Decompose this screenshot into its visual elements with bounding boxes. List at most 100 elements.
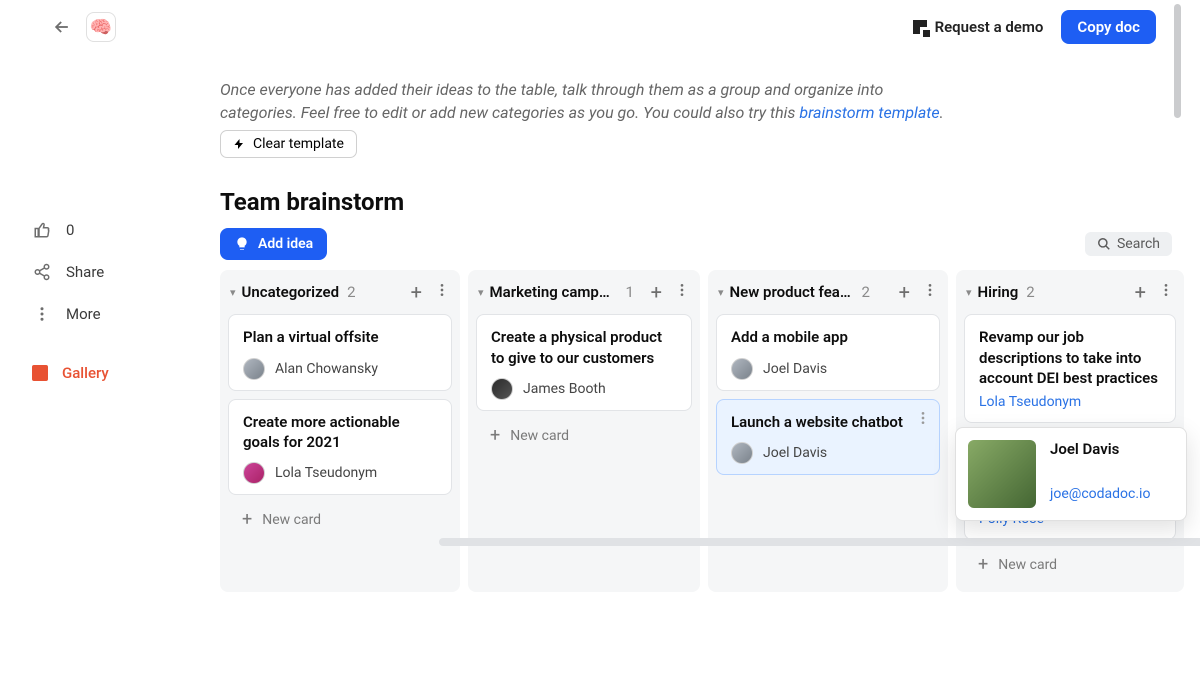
main-content: Once everyone has added their ideas to t… (220, 54, 1200, 592)
search-input[interactable]: Search (1085, 232, 1172, 256)
card-user: Lola Tseudonym (243, 462, 437, 484)
sidebar: 0 Share More Gallery (0, 54, 220, 592)
card-more-icon[interactable] (915, 410, 931, 430)
popover-avatar (968, 440, 1036, 508)
brainstorm-template-link[interactable]: brainstorm template (799, 103, 939, 122)
toolbar-row: Add idea Search (220, 228, 1172, 260)
gallery-icon (32, 365, 48, 381)
search-icon (1097, 237, 1111, 251)
column-more-icon[interactable] (672, 282, 692, 302)
doc-emoji-icon[interactable]: 🧠 (86, 12, 116, 42)
chevron-down-icon: ▾ (718, 286, 724, 299)
column-header[interactable]: ▾ New product features 2 + (708, 270, 948, 314)
card-list: Create a physical product to give to our… (468, 314, 700, 453)
back-icon[interactable] (52, 17, 72, 37)
card-selected[interactable]: Launch a website chatbot Joel Davis (716, 399, 940, 475)
column-more-icon[interactable] (920, 282, 940, 302)
card[interactable]: Plan a virtual offsite Alan Chowansky (228, 314, 452, 390)
layout: 0 Share More Gallery Once everyone has a… (0, 54, 1200, 592)
column-more-icon[interactable] (432, 282, 452, 302)
add-card-icon[interactable]: + (895, 280, 914, 304)
sidebar-item-more[interactable]: More (32, 300, 220, 328)
column-count: 2 (862, 283, 870, 301)
column-header[interactable]: ▾ Uncategorized 2 + (220, 270, 460, 314)
card[interactable]: Revamp our job descriptions to take into… (964, 314, 1176, 423)
column-header[interactable]: ▾ Marketing campaigns 1 + (468, 270, 700, 314)
column-title: New product features (730, 283, 854, 301)
column-count: 1 (626, 283, 634, 301)
plus-icon: + (242, 511, 252, 529)
card-title: Create a physical product to give to our… (491, 327, 677, 368)
new-card-button[interactable]: + New card (476, 419, 692, 453)
search-placeholder: Search (1117, 236, 1160, 252)
lightning-icon (233, 138, 245, 150)
plus-icon: + (978, 556, 988, 574)
new-card-label: New card (998, 557, 1057, 573)
column-title: Marketing campaigns (490, 283, 618, 301)
plus-icon: + (490, 427, 500, 445)
popover-body: Joel Davis joe@codadoc.io (1050, 440, 1150, 502)
popover-email[interactable]: joe@codadoc.io (1050, 486, 1150, 502)
topbar-left: 🧠 (52, 12, 116, 42)
card-title: Revamp our job descriptions to take into… (979, 327, 1161, 388)
card-title: Create more actionable goals for 2021 (243, 412, 437, 453)
more-label: More (66, 305, 101, 323)
intro-after: . (940, 103, 944, 122)
column-header[interactable]: ▾ Hiring 2 + (956, 270, 1184, 314)
column-uncategorized: ▾ Uncategorized 2 + Plan a virtual offsi… (220, 270, 460, 592)
card[interactable]: Add a mobile app Joel Davis (716, 314, 940, 390)
thumbs-up-icon (32, 220, 52, 240)
column-more-icon[interactable] (1156, 282, 1176, 302)
avatar-icon (491, 378, 513, 400)
add-idea-button[interactable]: Add idea (220, 228, 327, 260)
card-title: Launch a website chatbot (731, 412, 925, 432)
clear-template-button[interactable]: Clear template (220, 130, 357, 158)
column-count: 2 (347, 283, 355, 301)
avatar-icon (243, 358, 265, 380)
card-user-name: Lola Tseudonym (275, 465, 377, 481)
gallery-label: Gallery (62, 364, 109, 382)
add-card-icon[interactable]: + (407, 280, 426, 304)
new-card-button[interactable]: + New card (964, 548, 1176, 582)
new-card-label: New card (262, 512, 321, 528)
copy-doc-button[interactable]: Copy doc (1061, 10, 1156, 44)
share-label: Share (66, 263, 104, 281)
card-user: Joel Davis (731, 442, 925, 464)
card-user: James Booth (491, 378, 677, 400)
page-title: Team brainstorm (220, 188, 1200, 216)
add-card-icon[interactable]: + (647, 280, 666, 304)
column-count: 2 (1026, 283, 1034, 301)
user-popover: Joel Davis joe@codadoc.io (955, 427, 1187, 521)
add-idea-label: Add idea (258, 236, 313, 252)
card-user-name: Joel Davis (763, 361, 827, 377)
sidebar-item-gallery[interactable]: Gallery (32, 360, 220, 386)
topbar-right: Request a demo Copy doc (913, 10, 1156, 44)
intro-before: Once everyone has added their ideas to t… (220, 80, 883, 122)
share-icon (32, 262, 52, 282)
card-user-name: Alan Chowansky (275, 361, 378, 377)
chevron-down-icon: ▾ (478, 286, 484, 299)
card-list: Plan a virtual offsite Alan Chowansky Cr… (220, 314, 460, 537)
intro-text: Once everyone has added their ideas to t… (220, 78, 960, 124)
new-card-button[interactable]: + New card (228, 503, 452, 537)
request-demo-label: Request a demo (935, 18, 1044, 36)
card-title: Plan a virtual offsite (243, 327, 437, 347)
card[interactable]: Create a physical product to give to our… (476, 314, 692, 411)
card-user-name: James Booth (523, 381, 606, 397)
chevron-down-icon: ▾ (230, 286, 236, 299)
sidebar-item-share[interactable]: Share (32, 258, 220, 286)
avatar-icon (243, 462, 265, 484)
avatar-icon (731, 358, 753, 380)
card-user: Alan Chowansky (243, 358, 437, 380)
add-card-icon[interactable]: + (1131, 280, 1150, 304)
vertical-scrollbar[interactable] (1174, 4, 1181, 118)
new-card-label: New card (510, 428, 569, 444)
card-user-name: Lola Tseudonym (979, 394, 1081, 410)
card[interactable]: Create more actionable goals for 2021 Lo… (228, 399, 452, 496)
popover-name: Joel Davis (1050, 440, 1150, 458)
horizontal-scrollbar[interactable] (439, 538, 1200, 546)
sidebar-item-like[interactable]: 0 (32, 216, 220, 244)
clear-template-label: Clear template (253, 136, 344, 152)
lightbulb-icon (234, 236, 250, 252)
request-demo-button[interactable]: Request a demo (913, 18, 1044, 36)
